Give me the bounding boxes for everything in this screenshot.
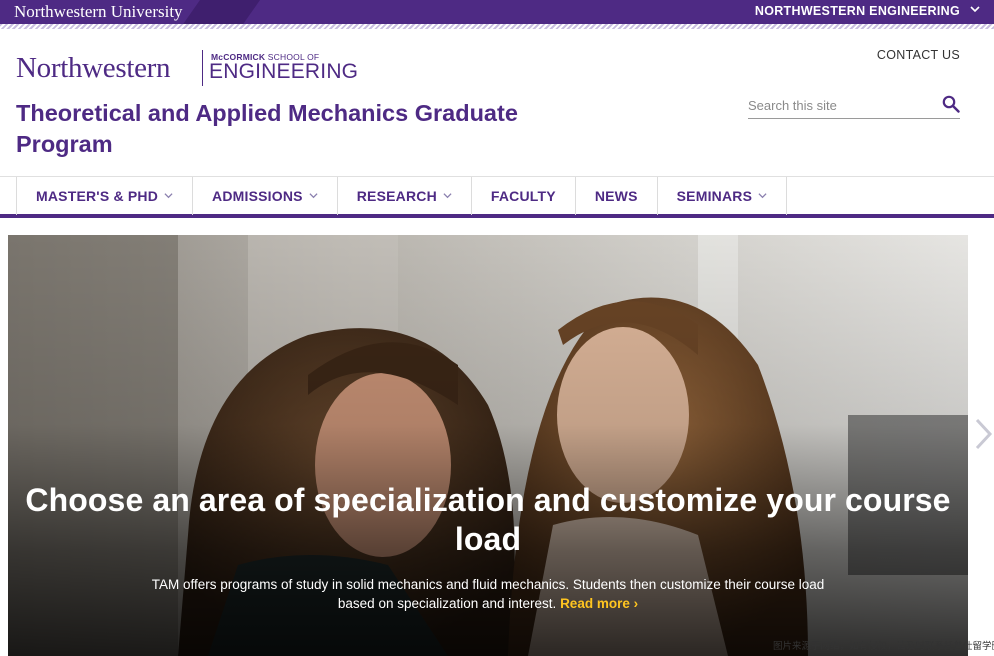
chevron-down-icon — [443, 191, 452, 202]
read-more-link[interactable]: Read more › — [560, 596, 638, 611]
contact-us-link[interactable]: CONTACT US — [877, 48, 960, 62]
image-source-watermark: 图片来源于网络，如有侵权，请及时联系托普仕留学删除 — [773, 641, 994, 652]
site-search — [748, 94, 960, 119]
nav-item-label: NEWS — [594, 188, 638, 204]
topbar-accent — [183, 0, 260, 24]
nav-item-seminars[interactable]: SEMINARS — [658, 177, 788, 215]
top-utility-bar: Northwestern University NORTHWESTERN ENG… — [0, 0, 994, 24]
nav-item-research[interactable]: RESEARCH — [338, 177, 472, 215]
northwestern-engineering-menu[interactable]: NORTHWESTERN ENGINEERING — [755, 4, 960, 18]
nav-item-label: ADMISSIONS — [212, 188, 303, 204]
chevron-right-icon[interactable] — [974, 417, 994, 451]
logo-divider — [202, 50, 203, 86]
nav-item-admissions[interactable]: ADMISSIONS — [193, 177, 338, 215]
nav-item-faculty[interactable]: FACULTY — [472, 177, 576, 215]
nav-item-label: FACULTY — [490, 188, 556, 204]
chevron-down-icon — [309, 191, 318, 202]
chevron-down-icon[interactable] — [970, 4, 980, 17]
nav-item-label: RESEARCH — [356, 188, 437, 204]
chevron-down-icon — [164, 191, 173, 202]
search-input[interactable] — [748, 94, 928, 116]
decorative-stripe — [0, 24, 994, 29]
hero-caption: Choose an area of specialization and cus… — [8, 235, 968, 656]
chevron-down-icon — [758, 191, 767, 202]
site-title[interactable]: Theoretical and Applied Mechanics Gradua… — [16, 98, 576, 160]
main-navigation: MASTER'S & PHD ADMISSIONS RESEARCH FACULTY N… — [0, 176, 994, 218]
hero-body-text: TAM offers programs of study in solid me… — [151, 577, 825, 611]
logo-engineering-wordmark: ENGINEERING — [209, 60, 359, 83]
search-icon[interactable] — [942, 95, 960, 113]
nav-item-news[interactable]: NEWS — [576, 177, 658, 215]
logo-northwestern-wordmark: Northwestern — [16, 52, 171, 84]
hero-description: TAM offers programs of study in solid me… — [148, 575, 828, 613]
northwestern-university-link[interactable]: Northwestern University — [14, 2, 183, 22]
nav-item-label: SEMINARS — [676, 188, 753, 204]
hero-carousel: Choose an area of specialization and cus… — [8, 235, 968, 656]
nav-item-label: MASTER'S & PHD — [36, 188, 159, 204]
hero-headline: Choose an area of specialization and cus… — [25, 482, 951, 557]
nav-item-master-s-phd[interactable]: MASTER'S & PHD — [16, 177, 194, 215]
